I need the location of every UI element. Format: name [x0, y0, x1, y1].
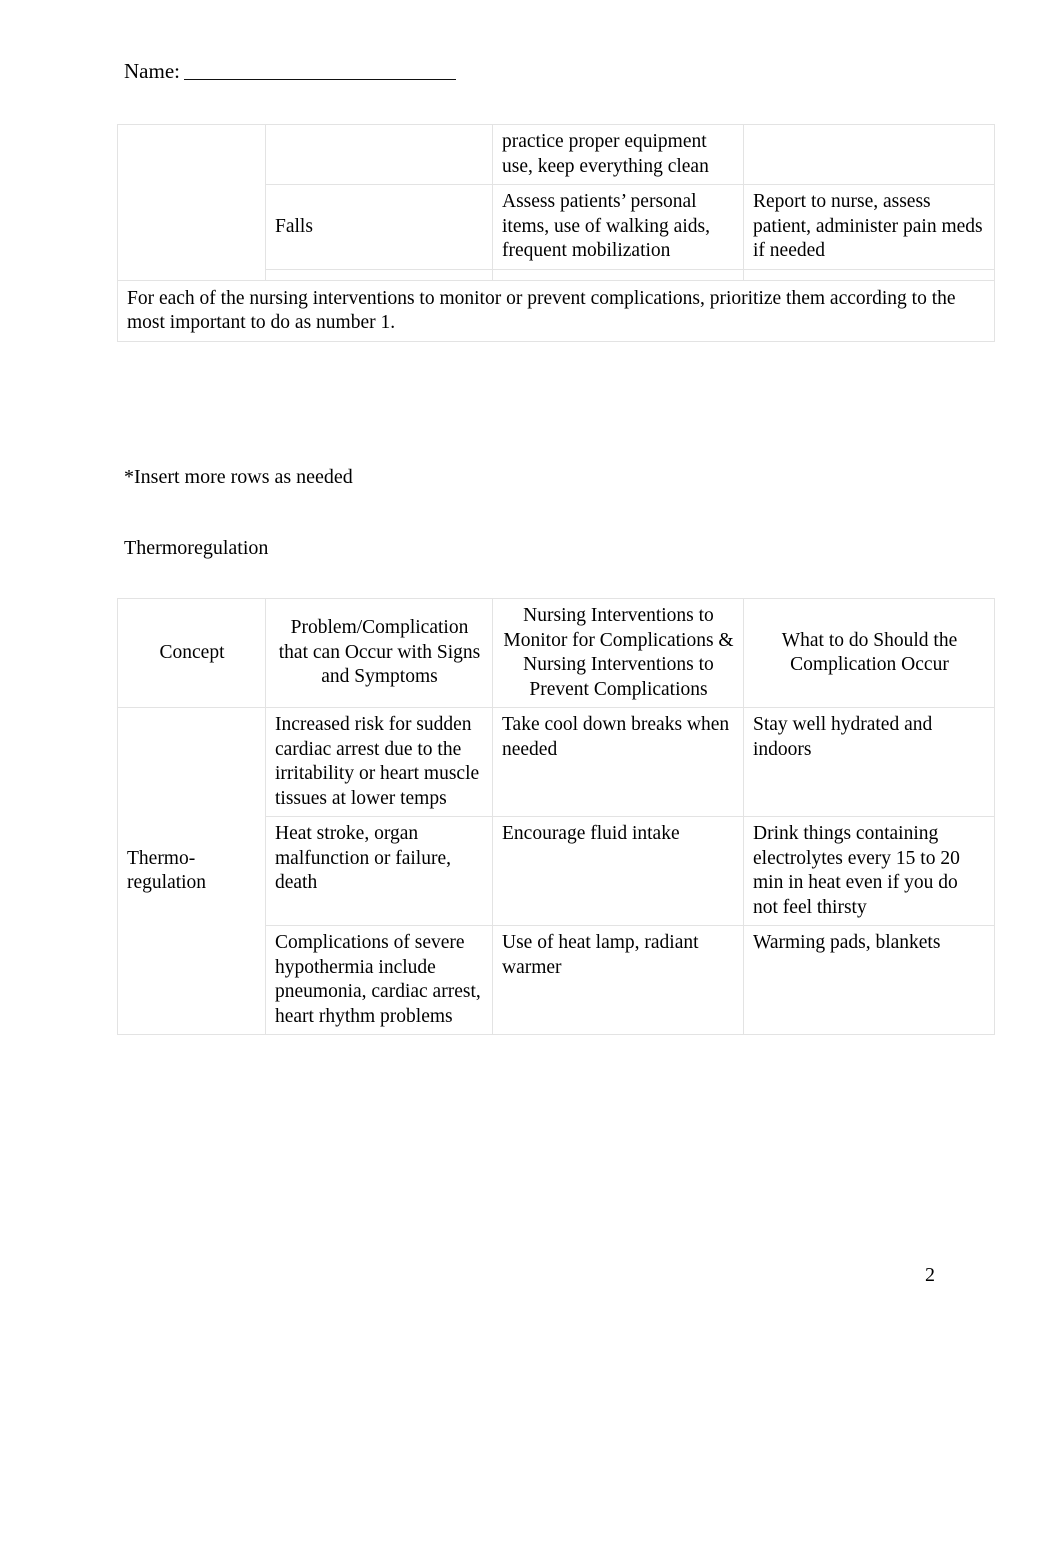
name-field-line: Name:	[124, 58, 456, 84]
what-to-do-cell[interactable]: Warming pads, blankets	[743, 925, 995, 1035]
what-to-do-cell[interactable]	[743, 268, 995, 281]
table-row: practice proper equipment use, keep ever…	[117, 124, 995, 281]
header-problem: Problem/Complication that can Occur with…	[265, 598, 493, 708]
problem-cell[interactable]: Increased risk for sudden cardiac arrest…	[265, 707, 493, 817]
concept-cell[interactable]	[117, 124, 266, 281]
header-concept: Concept	[117, 598, 266, 708]
table-row: Thermo-regulation Increased risk for sud…	[117, 707, 995, 1035]
insert-rows-note: *Insert more rows as needed	[124, 466, 353, 488]
name-label: Name:	[124, 59, 180, 83]
table-header-row: Concept Problem/Complication that can Oc…	[117, 598, 995, 708]
what-to-do-cell[interactable]: Stay well hydrated and indoors	[743, 707, 995, 817]
header-interventions: Nursing Interventions to Monitor for Com…	[492, 598, 744, 708]
prioritize-instruction[interactable]: For each of the nursing interventions to…	[117, 279, 995, 342]
section-heading-thermoregulation: Thermoregulation	[124, 537, 269, 559]
problem-cell[interactable]: Heat stroke, organ malfunction or failur…	[265, 816, 493, 926]
table-footer-row: For each of the nursing interventions to…	[117, 279, 995, 342]
what-to-do-cell[interactable]	[743, 124, 995, 185]
interventions-cell[interactable]: Use of heat lamp, radiant warmer	[492, 925, 744, 1035]
problem-cell[interactable]: Falls	[265, 184, 493, 270]
interventions-cell[interactable]: practice proper equipment use, keep ever…	[492, 124, 744, 185]
what-to-do-cell[interactable]: Drink things containing electrolytes eve…	[743, 816, 995, 926]
name-blank-rule	[183, 63, 456, 80]
interventions-cell[interactable]: Take cool down breaks when needed	[492, 707, 744, 817]
interventions-cell[interactable]: Assess patients’ personal items, use of …	[492, 184, 744, 270]
interventions-cell[interactable]	[492, 268, 744, 281]
problem-cell[interactable]	[265, 268, 493, 281]
concept-cell[interactable]: Thermo-regulation	[117, 707, 266, 1035]
problem-cell[interactable]	[265, 124, 493, 185]
what-to-do-cell[interactable]: Report to nurse, assess patient, adminis…	[743, 184, 995, 270]
interventions-cell[interactable]: Encourage fluid intake	[492, 816, 744, 926]
page-number: 2	[925, 1264, 935, 1286]
document-page: Name: practice proper equipment use, kee…	[0, 0, 1062, 1556]
header-what-to-do: What to do Should the Complication Occur	[743, 598, 995, 708]
complications-table-continued: practice proper equipment use, keep ever…	[117, 124, 995, 342]
thermoregulation-table: Concept Problem/Complication that can Oc…	[117, 598, 995, 1035]
problem-cell[interactable]: Complications of severe hypothermia incl…	[265, 925, 493, 1035]
